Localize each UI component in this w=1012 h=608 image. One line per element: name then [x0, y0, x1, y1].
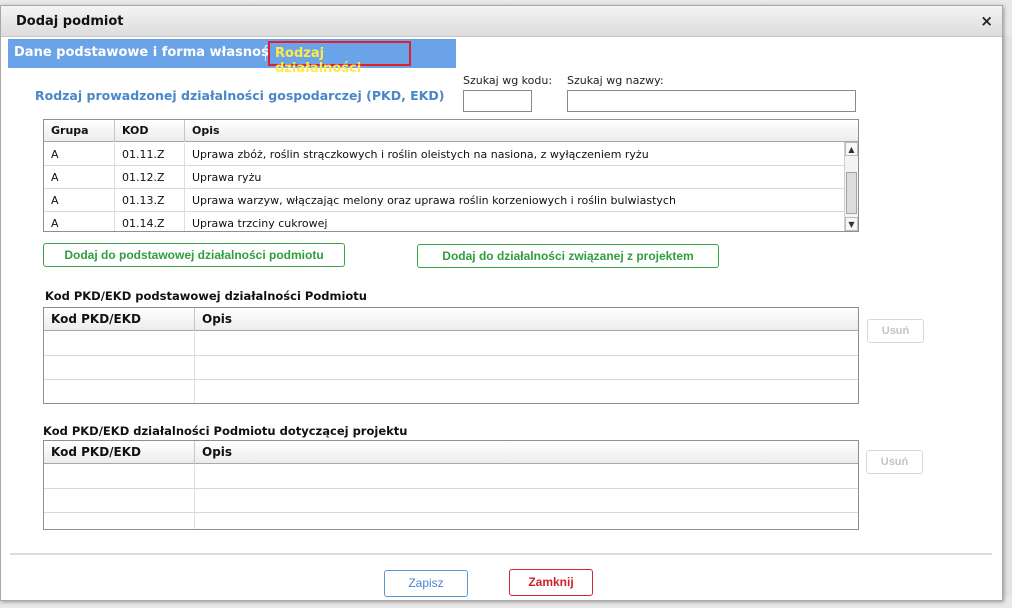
table-row	[44, 513, 858, 529]
search-by-code-label: Szukaj wg kodu:	[463, 74, 553, 87]
cell-code	[44, 513, 195, 529]
tab-bar: Dane podstawowe i forma własności Rodzaj…	[8, 39, 456, 76]
cell-code: 01.13.Z	[115, 189, 185, 212]
cell-code	[44, 489, 195, 513]
cell-code	[44, 380, 195, 403]
table-row	[44, 356, 858, 380]
table-header: Kod PKD/EKD Opis	[44, 441, 858, 464]
dialog-title: Dodaj podmiot	[16, 14, 124, 29]
pkd-table: Grupa KOD Opis A 01.11.Z Uprawa zbóż, ro…	[43, 119, 859, 232]
cell-code: 01.11.Z	[115, 143, 185, 166]
cell-group: A	[44, 166, 115, 189]
remove-project-button[interactable]: Usuń	[866, 450, 923, 474]
save-button[interactable]: Zapisz	[384, 570, 468, 597]
table-row	[44, 465, 858, 489]
primary-activity-table: Kod PKD/EKD Opis	[43, 307, 859, 404]
table-row	[44, 489, 858, 513]
table-header: Kod PKD/EKD Opis	[44, 308, 858, 331]
cell-description: Uprawa zbóż, roślin strączkowych i rośli…	[192, 148, 649, 161]
table-row[interactable]: A 01.12.Z Uprawa ryżu	[44, 166, 858, 189]
cell-group: A	[44, 143, 115, 166]
column-header-group[interactable]: Grupa	[44, 120, 115, 142]
close-button[interactable]: Zamknij	[509, 569, 593, 596]
close-icon[interactable]: ×	[980, 12, 993, 30]
tab-basic-data[interactable]: Dane podstawowe i forma własności	[14, 45, 281, 60]
column-header-description[interactable]: Opis	[185, 120, 858, 142]
cell-description: Uprawa ryżu	[192, 171, 262, 184]
table-row[interactable]: A 01.13.Z Uprawa warzyw, włączając melon…	[44, 189, 858, 212]
cell-code: 01.14.Z	[115, 212, 185, 231]
column-header-pkd-code[interactable]: Kod PKD/EKD	[44, 441, 195, 464]
table-scrollbar[interactable]: ▲ ▼	[844, 142, 858, 231]
column-header-pkd-code[interactable]: Kod PKD/EKD	[44, 308, 195, 331]
search-by-name-input[interactable]	[567, 90, 856, 112]
project-activity-title: Kod PKD/EKD działalności Podmiotu dotycz…	[43, 424, 408, 438]
table-row[interactable]: A 01.14.Z Uprawa trzciny cukrowej	[44, 212, 858, 231]
cell-code	[44, 465, 195, 489]
project-activity-table: Kod PKD/EKD Opis	[43, 440, 859, 530]
add-project-activity-button[interactable]: Dodaj do działalności związanej z projek…	[417, 244, 719, 268]
scroll-down-icon[interactable]: ▼	[845, 217, 858, 231]
column-header-description[interactable]: Opis	[195, 441, 858, 464]
cell-code	[44, 356, 195, 380]
search-by-name-label: Szukaj wg nazwy:	[567, 74, 664, 87]
table-row[interactable]: A 01.11.Z Uprawa zbóż, roślin strączkowy…	[44, 143, 858, 166]
cell-group: A	[44, 212, 115, 231]
dialog-titlebar: Dodaj podmiot ×	[1, 6, 1002, 37]
footer-divider	[10, 553, 992, 555]
add-entity-dialog: Dodaj podmiot × Dane podstawowe i forma …	[0, 5, 1003, 601]
cell-description: Uprawa warzyw, włączając melony oraz upr…	[192, 194, 676, 207]
table-row	[44, 332, 858, 356]
remove-primary-button[interactable]: Usuń	[867, 319, 924, 343]
section-title: Rodzaj prowadzonej działalności gospodar…	[35, 88, 445, 103]
cell-group: A	[44, 189, 115, 212]
page-scrollbar[interactable]	[1003, 36, 1012, 596]
add-primary-activity-button[interactable]: Dodaj do podstawowej działalności podmio…	[43, 243, 345, 267]
cell-description: Uprawa trzciny cukrowej	[192, 217, 328, 230]
scroll-up-icon[interactable]: ▲	[845, 142, 858, 156]
column-header-description[interactable]: Opis	[195, 308, 858, 331]
primary-activity-title: Kod PKD/EKD podstawowej działalności Pod…	[45, 289, 367, 303]
cell-code	[44, 332, 195, 356]
table-row	[44, 380, 858, 403]
column-header-code[interactable]: KOD	[115, 120, 185, 142]
cell-code: 01.12.Z	[115, 166, 185, 189]
scroll-thumb[interactable]	[846, 172, 857, 214]
search-by-code-input[interactable]	[463, 90, 532, 112]
table-header: Grupa KOD Opis	[44, 120, 858, 142]
tab-activity-type[interactable]: Rodzaj działalności	[268, 41, 411, 76]
tab-separator	[265, 46, 266, 61]
